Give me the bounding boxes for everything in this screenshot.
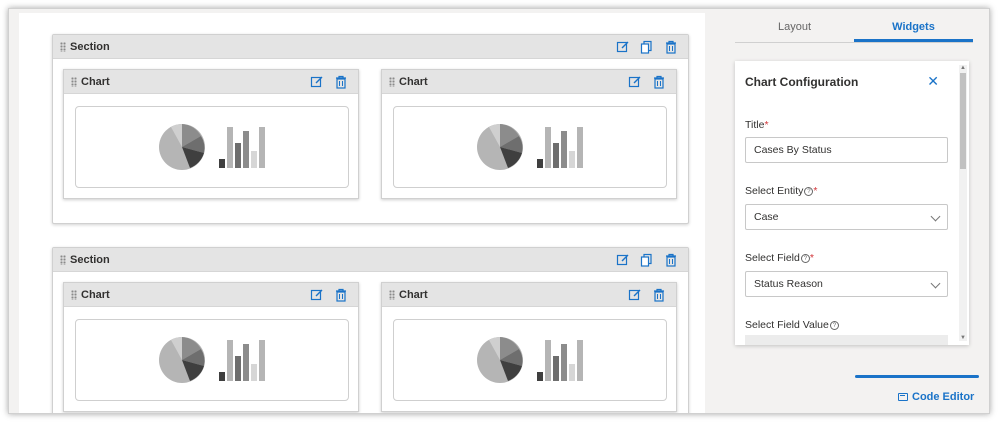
section-actions — [616, 253, 688, 267]
field-value-select[interactable] — [745, 335, 948, 345]
chart-header: Chart — [382, 70, 676, 94]
app-frame: Section Chart Chart Section Chart Chart … — [0, 0, 998, 422]
edit-icon[interactable] — [310, 288, 324, 302]
chart-card[interactable]: Chart — [381, 69, 677, 199]
chart-header: Chart — [64, 283, 358, 307]
chart-configuration-panel: Chart Configuration ✕ Title* Cases By St… — [735, 61, 969, 345]
field-label: Select Field? * — [745, 252, 814, 264]
chart-actions — [310, 75, 358, 89]
chevron-down-icon — [930, 278, 941, 289]
panel-tabs: Layout Widgets — [735, 13, 973, 43]
drag-handle-icon[interactable] — [60, 254, 66, 265]
chart-header: Chart — [64, 70, 358, 94]
drag-handle-icon[interactable] — [389, 76, 395, 87]
edit-icon[interactable] — [628, 288, 642, 302]
delete-icon[interactable] — [664, 253, 678, 267]
app-window: Section Chart Chart Section Chart Chart … — [8, 8, 990, 414]
drag-handle-icon[interactable] — [60, 41, 66, 52]
tab-widgets[interactable]: Widgets — [854, 13, 973, 42]
field-select[interactable]: Status Reason — [745, 271, 948, 297]
code-editor-link[interactable]: Code Editor — [898, 391, 974, 403]
help-icon: ? — [800, 254, 810, 263]
save-button-edge[interactable] — [855, 375, 979, 378]
section-title: Section — [70, 253, 110, 266]
delete-icon[interactable] — [334, 288, 348, 302]
section-actions — [616, 40, 688, 54]
delete-icon[interactable] — [334, 75, 348, 89]
delete-icon[interactable] — [652, 288, 666, 302]
section-1[interactable]: Section Chart Chart — [52, 34, 689, 224]
drag-handle-icon[interactable] — [389, 289, 395, 300]
layout-canvas: Section Chart Chart Section Chart Chart — [19, 13, 705, 413]
chart-card[interactable]: Chart — [63, 69, 359, 199]
code-editor-label: Code Editor — [912, 391, 975, 403]
properties-panel: Layout Widgets Chart Configuration ✕ Tit… — [721, 13, 989, 413]
tab-layout[interactable]: Layout — [735, 13, 854, 42]
config-scrollbar[interactable]: ▲ ▼ — [959, 65, 967, 341]
chart-title: Chart — [399, 75, 428, 88]
edit-icon[interactable] — [628, 75, 642, 89]
scroll-thumb[interactable] — [960, 73, 966, 169]
bar-chart-icon — [537, 127, 583, 168]
chart-placeholder — [393, 106, 667, 188]
copy-icon[interactable] — [640, 40, 654, 54]
chart-placeholder — [393, 319, 667, 401]
chart-title: Chart — [81, 75, 110, 88]
bar-chart-icon — [537, 340, 583, 381]
edit-icon[interactable] — [616, 40, 630, 54]
bar-chart-icon — [219, 340, 265, 381]
pie-chart-icon — [159, 124, 205, 170]
config-title: Chart Configuration — [745, 75, 859, 89]
drag-handle-icon[interactable] — [71, 289, 77, 300]
entity-select[interactable]: Case — [745, 204, 948, 230]
help-icon: ? — [829, 321, 839, 330]
chart-card[interactable]: Chart — [381, 282, 677, 412]
scroll-down-icon[interactable]: ▼ — [959, 335, 967, 341]
pie-chart-icon — [159, 337, 205, 383]
chevron-down-icon — [930, 211, 941, 222]
chart-placeholder — [75, 106, 349, 188]
drag-handle-icon[interactable] — [71, 76, 77, 87]
close-icon[interactable]: ✕ — [927, 73, 939, 90]
chart-title: Chart — [81, 288, 110, 301]
bar-chart-icon — [219, 127, 265, 168]
delete-icon[interactable] — [664, 40, 678, 54]
code-editor-icon — [898, 393, 908, 401]
scroll-up-icon[interactable]: ▲ — [959, 65, 967, 71]
section-title: Section — [70, 40, 110, 53]
chart-actions — [310, 288, 358, 302]
chart-header: Chart — [382, 283, 676, 307]
chart-title: Chart — [399, 288, 428, 301]
field-value-label: Select Field Value? — [745, 319, 839, 331]
chart-card[interactable]: Chart — [63, 282, 359, 412]
edit-icon[interactable] — [310, 75, 324, 89]
pie-chart-icon — [477, 124, 523, 170]
chart-actions — [628, 288, 676, 302]
section-2[interactable]: Section Chart Chart — [52, 247, 689, 413]
delete-icon[interactable] — [652, 75, 666, 89]
section-header: Section — [53, 35, 688, 59]
title-label: Title* — [745, 119, 769, 131]
title-input[interactable]: Cases By Status — [745, 137, 948, 163]
copy-icon[interactable] — [640, 253, 654, 267]
edit-icon[interactable] — [616, 253, 630, 267]
entity-label: Select Entity? * — [745, 185, 818, 197]
chart-actions — [628, 75, 676, 89]
section-header: Section — [53, 248, 688, 272]
pie-chart-icon — [477, 337, 523, 383]
chart-placeholder — [75, 319, 349, 401]
